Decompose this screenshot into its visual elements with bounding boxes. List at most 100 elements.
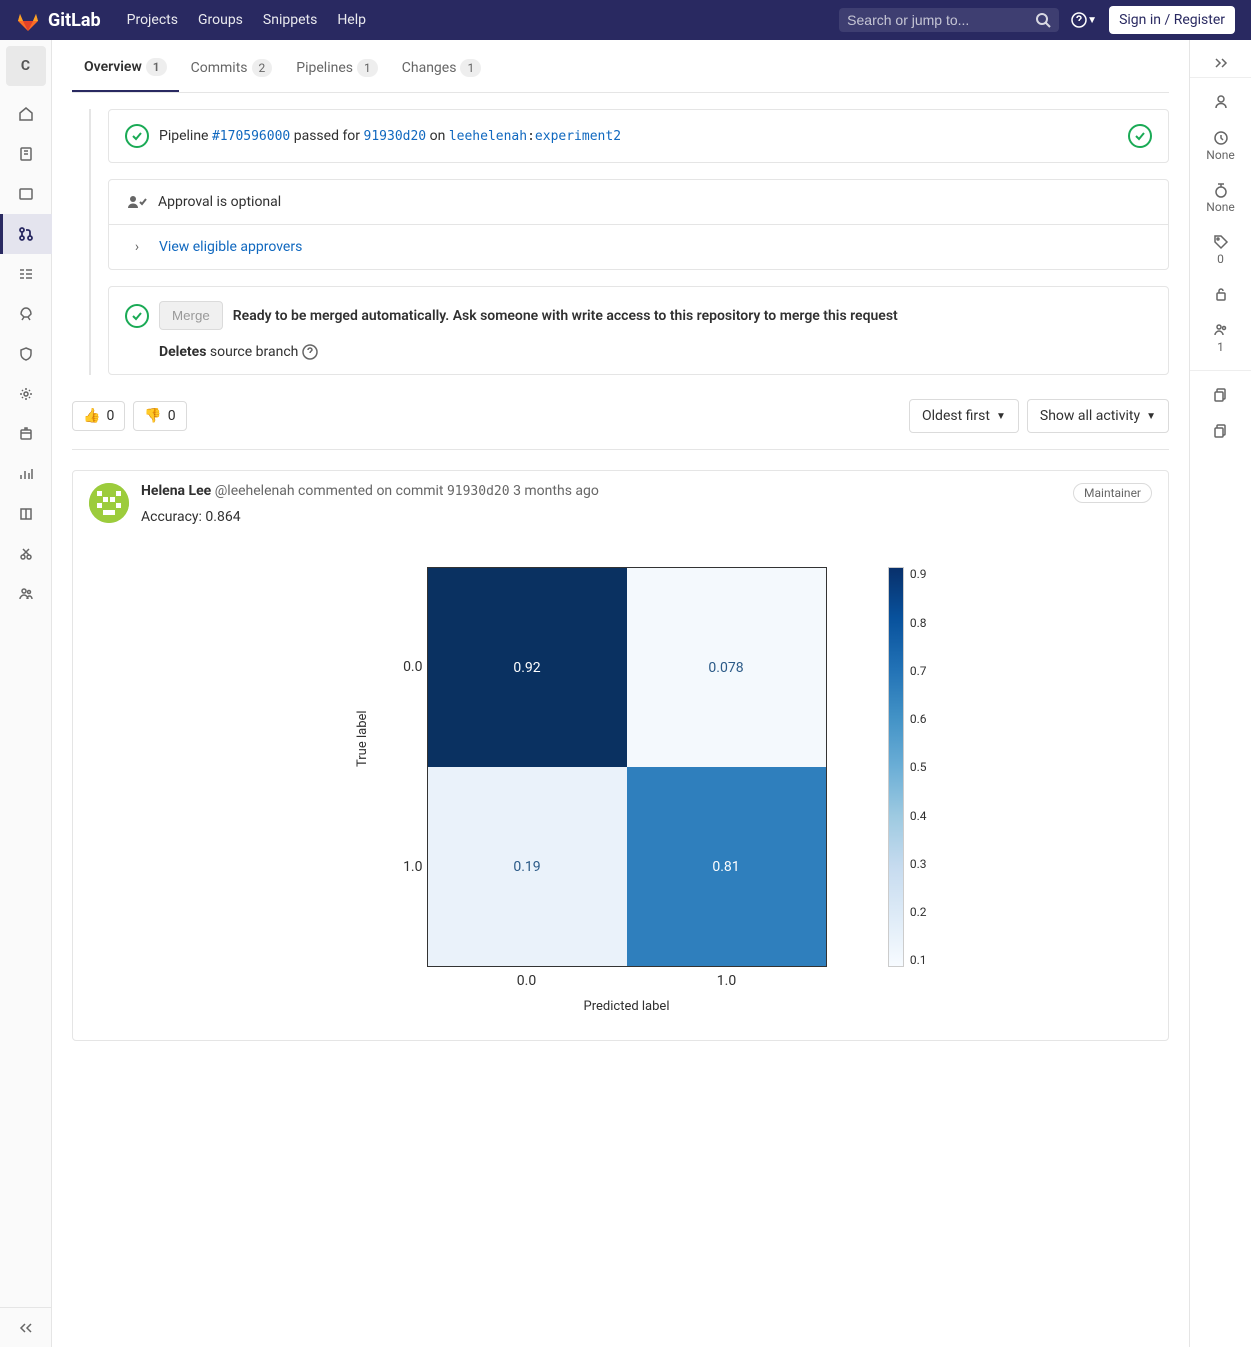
signin-button[interactable]: Sign in / Register: [1109, 6, 1235, 34]
deletes-label: Deletes: [159, 344, 206, 360]
nav-snippets[interactable]: Snippets: [253, 12, 327, 28]
time-tracking-block[interactable]: None: [1206, 178, 1234, 218]
chevron-right-icon[interactable]: ›: [125, 239, 149, 255]
thumbs-up-button[interactable]: 👍0: [72, 401, 125, 431]
question-circle-icon[interactable]: [302, 344, 318, 360]
help-button[interactable]: ▼: [1067, 8, 1101, 32]
tab-pipelines-count: 1: [357, 59, 378, 77]
role-badge: Maintainer: [1073, 483, 1152, 503]
pipeline-branch-link[interactable]: experiment2: [535, 129, 621, 144]
nav-groups[interactable]: Groups: [188, 12, 253, 28]
nav-merge-requests-icon[interactable]: [0, 214, 52, 254]
thumbs-down-icon: 👎: [144, 408, 161, 424]
chart-xlabel: Predicted label: [427, 999, 827, 1014]
reactions-bar: 👍0 👎0 Oldest first▼ Show all activity▼: [72, 391, 1169, 450]
nav-home-icon[interactable]: [0, 94, 52, 134]
nav-rocket-icon[interactable]: [0, 294, 52, 334]
pipeline-sha-link[interactable]: 91930d20: [364, 129, 427, 144]
pipeline-widget: Pipeline #170596000 passed for 91930d20 …: [108, 109, 1169, 163]
gitlab-logo: [16, 8, 40, 32]
tab-changes-label: Changes: [402, 60, 457, 76]
nav-ops-icon[interactable]: [0, 374, 52, 414]
assignee-block[interactable]: [1213, 90, 1229, 114]
author-name[interactable]: Helena Lee: [141, 483, 211, 499]
tab-pipelines[interactable]: Pipelines1: [284, 44, 389, 92]
labels-block[interactable]: 0: [1213, 230, 1229, 270]
merge-widget: Merge Ready to be merged automatically. …: [108, 286, 1169, 375]
tab-overview[interactable]: Overview1: [72, 44, 179, 92]
nav-repo-icon[interactable]: [0, 134, 52, 174]
search-icon: [1035, 12, 1051, 28]
chevron-down-icon: ▼: [996, 411, 1006, 422]
thumbs-down-button[interactable]: 👎0: [133, 401, 186, 431]
nav-ci-icon[interactable]: [0, 254, 52, 294]
project-badge[interactable]: C: [6, 46, 46, 86]
right-sidebar: None None 0 1: [1189, 40, 1251, 1347]
reference-block[interactable]: [1213, 383, 1229, 407]
participants-block[interactable]: 1: [1213, 318, 1229, 358]
chart-ylabel: True label: [355, 711, 370, 768]
pipeline-status-icon: [125, 124, 149, 148]
search-input[interactable]: [847, 12, 1035, 28]
chevron-down-icon: ▼: [1146, 411, 1156, 422]
heatmap-cell: 0.81: [627, 767, 826, 966]
tab-commits-count: 2: [252, 59, 273, 77]
tab-overview-label: Overview: [84, 59, 142, 75]
heatmap-cell: 0.92: [428, 568, 627, 767]
milestone-block[interactable]: None: [1206, 126, 1234, 166]
view-approvers-link[interactable]: View eligible approvers: [159, 239, 302, 255]
pipeline-user-link[interactable]: leehelenah: [449, 129, 527, 144]
merge-button[interactable]: Merge: [159, 301, 223, 330]
sort-order-dropdown[interactable]: Oldest first▼: [909, 399, 1019, 433]
nav-wiki-icon[interactable]: [0, 494, 52, 534]
source-branch-label: source branch: [206, 344, 301, 360]
approval-icon: [125, 194, 148, 210]
side-nav: C: [0, 40, 52, 1347]
nav-collapse-button[interactable]: [0, 1307, 52, 1347]
search-box[interactable]: [839, 8, 1059, 32]
lock-block[interactable]: [1213, 282, 1229, 306]
nav-projects[interactable]: Projects: [117, 12, 188, 28]
commit-sha[interactable]: 91930d20: [447, 484, 510, 499]
nav-help[interactable]: Help: [327, 12, 376, 28]
author-handle[interactable]: @leehelenah: [215, 483, 295, 499]
nav-snippets-icon[interactable]: [0, 534, 52, 574]
heatmap-cell: 0.19: [428, 767, 627, 966]
chart-colorbar: 0.90.80.70.60.50.40.30.20.1: [888, 567, 927, 967]
pipeline-mini-graph[interactable]: [1128, 124, 1152, 148]
brand: GitLab: [48, 10, 101, 31]
chart-y-ticks: 0.0 1.0: [383, 567, 423, 967]
heatmap-cell: 0.078: [627, 568, 826, 767]
tab-overview-count: 1: [146, 58, 167, 76]
discussion-note: Helena Lee @leehelenah commented on comm…: [72, 470, 1169, 1041]
nav-issues-icon[interactable]: [0, 174, 52, 214]
top-nav: GitLab Projects Groups Snippets Help ▼ S…: [0, 0, 1251, 40]
question-icon: [1071, 12, 1087, 28]
tab-pipelines-label: Pipelines: [296, 60, 353, 76]
sidebar-toggle[interactable]: [1190, 48, 1251, 78]
tab-changes-count: 1: [460, 59, 481, 77]
thumbs-up-icon: 👍: [83, 408, 100, 424]
approval-text: Approval is optional: [158, 194, 281, 210]
confusion-matrix-chart: True label 0.0 1.0 0.920.0780.190.81 0.9…: [367, 567, 927, 1014]
tab-changes[interactable]: Changes1: [390, 44, 493, 92]
note-timestamp: 3 months ago: [513, 483, 599, 499]
merge-status-icon: [125, 304, 149, 328]
activity-filter-dropdown[interactable]: Show all activity▼: [1027, 399, 1169, 433]
author-avatar[interactable]: [89, 483, 129, 523]
nav-shield-icon[interactable]: [0, 334, 52, 374]
approval-widget: Approval is optional › View eligible app…: [108, 179, 1169, 270]
nav-packages-icon[interactable]: [0, 414, 52, 454]
pipeline-id-link[interactable]: #170596000: [212, 129, 290, 144]
mr-tabs: Overview1 Commits2 Pipelines1 Changes1: [72, 44, 1169, 93]
tab-commits[interactable]: Commits2: [179, 44, 285, 92]
merge-message: Ready to be merged automatically. Ask so…: [233, 308, 898, 324]
nav-analytics-icon[interactable]: [0, 454, 52, 494]
pipeline-text: Pipeline #170596000 passed for 91930d20 …: [159, 128, 1118, 144]
main-content: Overview1 Commits2 Pipelines1 Changes1 P…: [52, 40, 1189, 1347]
chart-x-ticks: 0.0 1.0: [427, 973, 827, 989]
chevron-down-icon: ▼: [1087, 15, 1097, 26]
nav-members-icon[interactable]: [0, 574, 52, 614]
source-branch-block[interactable]: [1213, 419, 1229, 443]
tab-commits-label: Commits: [191, 60, 248, 76]
